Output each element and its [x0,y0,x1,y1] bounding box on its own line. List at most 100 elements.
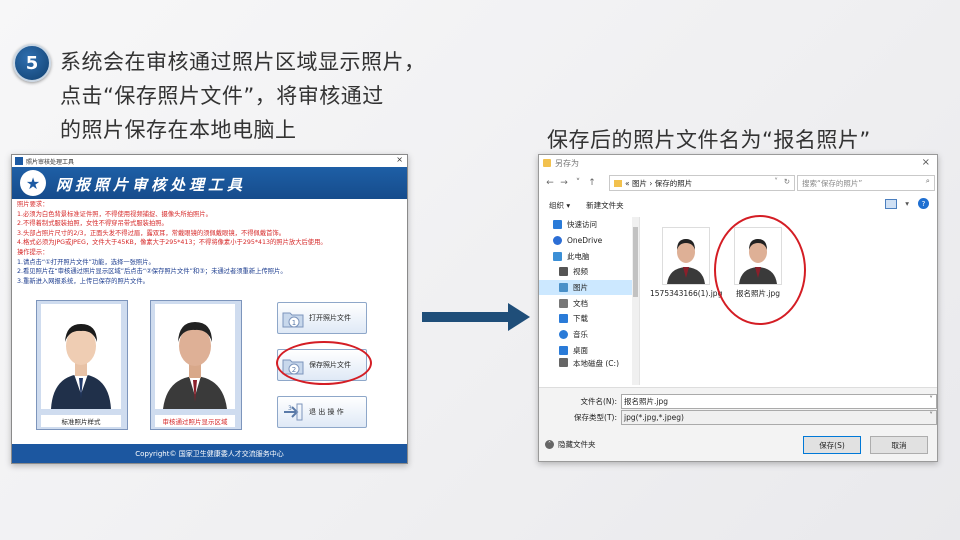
filename-label: 文件名(N): [580,397,618,406]
requirement-line: 4.格式必须为JPG或JPEG，文件大于45KB，像素大于295*413；不得将… [17,239,327,247]
hide-folders-label: 隐藏文件夹 [558,440,596,449]
filename-input[interactable]: 报名照片.jpg ˅ [621,394,937,409]
filetype-value: jpg(*.jpg,*.jpeg) [624,413,684,422]
requirement-line: 1.必须为白色背景标准证件照，不得使用视频捕捉、摄像头所拍照片。 [17,210,212,218]
sidebar-item-label: 下载 [573,314,588,324]
filetype-row: 保存类型(T): jpg(*.jpg,*.jpeg) ˅ [539,410,937,425]
sidebar-item-label: OneDrive [567,236,603,246]
sidebar-item-pictures[interactable]: 图片 [539,279,639,296]
view-dropdown-icon[interactable]: ▾ [905,199,909,208]
file-list: 1575343166(1).jpg 报名照片.jpg [640,215,936,385]
breadcrumb-pictures[interactable]: 图片 [632,178,647,189]
dialog-toolbar: 组织 ▾ 新建文件夹 ▾ ? [539,195,937,215]
search-input[interactable]: 搜索“保存的照片” ⌕ [797,175,935,191]
pictures-icon [559,283,568,293]
step-text-line-1: 系统会在审核通过照片区域显示照片， [60,50,426,74]
help-icon[interactable]: ? [918,198,929,209]
filetype-select[interactable]: jpg(*.jpg,*.jpeg) ˅ [621,410,937,425]
sidebar-item-this-pc[interactable]: 此电脑 [539,248,639,264]
dialog-titlebar: 另存为 × [539,155,937,171]
sidebar-item-label: 文档 [573,298,588,308]
sidebar-item-label: 视频 [573,267,588,277]
exit-arrow-icon: 3 [284,403,303,421]
portrait-image [155,304,235,409]
up-arrow-icon[interactable]: ↑ [585,178,599,188]
disk-icon [559,358,568,368]
folder-icon [543,159,551,167]
chevron-up-icon: ˄ [545,440,554,449]
sidebar-item-music[interactable]: 音乐 [539,327,639,343]
hide-folders-toggle[interactable]: ˄ 隐藏文件夹 [545,439,596,450]
open-photo-button[interactable]: 1 打开照片文件 [277,302,367,334]
search-icon: ⌕ [925,176,930,185]
address-bar[interactable]: « 图片 › 保存的照片 ˅ ↻ [609,175,795,191]
tool-close-button[interactable]: × [396,155,403,164]
dialog-navbar: ← → ˅ ↑ « 图片 › 保存的照片 ˅ ↻ 搜索“保存的照片” ⌕ [539,171,937,195]
step-number-badge: 5 [13,44,51,82]
computer-icon [553,251,562,261]
star-icon [553,220,562,230]
dialog-close-button[interactable]: × [922,157,930,168]
sidebar-item-desktop[interactable]: 桌面 [539,343,639,359]
svg-text:1: 1 [292,319,296,327]
chevron-down-icon[interactable]: ˅ [929,411,933,420]
breadcrumb-overflow[interactable]: « [625,179,630,188]
highlight-circle [276,341,372,385]
sidebar-item-quick-access[interactable]: 快速访问 [539,217,639,233]
refresh-icon[interactable]: ↻ [784,177,790,186]
breadcrumb-saved-photos[interactable]: 保存的照片 [655,178,693,189]
view-options-icon[interactable] [885,199,897,209]
dialog-title: 另存为 [555,158,579,168]
chevron-down-icon[interactable]: ˅ [929,395,933,404]
cancel-button[interactable]: 取消 [870,436,928,454]
search-placeholder: 搜索“保存的照片” [802,178,863,188]
sidebar-item-downloads[interactable]: 下载 [539,311,639,327]
photo-review-tool-window: 照片审核处理工具 × ★ 网报照片审核处理工具 照片要求： 1.必须为白色背景标… [11,154,408,464]
sidebar-item-label: 音乐 [573,330,588,340]
organize-menu[interactable]: 组织 ▾ [549,200,570,211]
cloud-icon [553,236,562,246]
sidebar-item-onedrive[interactable]: OneDrive [539,233,639,249]
filename-value: 报名照片.jpg [624,397,668,406]
exit-label: 退 出 操 作 [309,408,344,416]
right-arrow-icon [422,303,530,331]
tool-titlebar: 照片审核处理工具 × [12,155,407,167]
sidebar-item-videos[interactable]: 视频 [539,264,639,280]
app-icon [15,157,23,165]
highlight-circle [714,215,806,325]
sidebar-item-label: 桌面 [573,345,588,355]
document-icon [559,298,568,308]
requirement-line: 操作提示： [17,248,49,256]
sidebar-item-local-disk[interactable]: 本地磁盘 (C:) [539,358,639,368]
requirement-line: 照片要求： [17,201,49,208]
requirement-line: 3.头部占照片尺寸的2/3，正面头发不得过眉，露双耳，常戴眼镜的须佩戴眼镜，不得… [17,229,286,237]
requirement-line: 2.不得着制式服装拍照，女性不得穿吊带式服装拍照。 [17,220,168,228]
sample-photo-caption: 标准照片样式 [41,415,121,427]
step-text-line-2: 点击“保存照片文件”，将审核通过 [60,84,384,108]
back-arrow-icon[interactable]: ← [543,178,557,188]
sidebar-item-label: 此电脑 [567,251,590,261]
scrollbar-thumb[interactable] [633,227,638,297]
chevron-down-icon[interactable]: ˅ [774,177,778,186]
requirement-line: 1.请点击“①打开照片文件”功能，选择一张照片。 [17,258,155,266]
save-as-dialog: 另存为 × ← → ˅ ↑ « 图片 › 保存的照片 ˅ ↻ 搜索“保存的照片”… [538,154,938,462]
portrait-thumbnail-image [663,228,709,284]
new-folder-button[interactable]: 新建文件夹 [586,200,624,211]
save-button[interactable]: 保存(S) [803,436,861,454]
desktop-icon [559,345,568,355]
sidebar-item-label: 图片 [573,283,588,293]
breadcrumb-separator: › [649,178,653,188]
video-icon [559,267,568,277]
download-icon [559,314,568,324]
sidebar-scrollbar[interactable] [632,217,639,385]
forward-arrow-icon[interactable]: → [557,178,571,188]
dropdown-chevron-icon[interactable]: ˅ [571,178,585,188]
file-item[interactable]: 1575343166(1).jpg [650,227,722,299]
exit-button[interactable]: 3 退 出 操 作 [277,396,367,428]
tool-banner: ★ 网报照片审核处理工具 [12,167,407,199]
sidebar-item-documents[interactable]: 文档 [539,295,639,311]
tool-footer: Copyright© 国家卫生健康委人才交流服务中心 [12,444,407,463]
requirement-line: 3.重新进入网报系统，上传已保存的照片文件。 [17,277,149,285]
folder-1-icon: 1 [282,312,304,328]
tool-window-title: 照片审核处理工具 [26,158,75,166]
